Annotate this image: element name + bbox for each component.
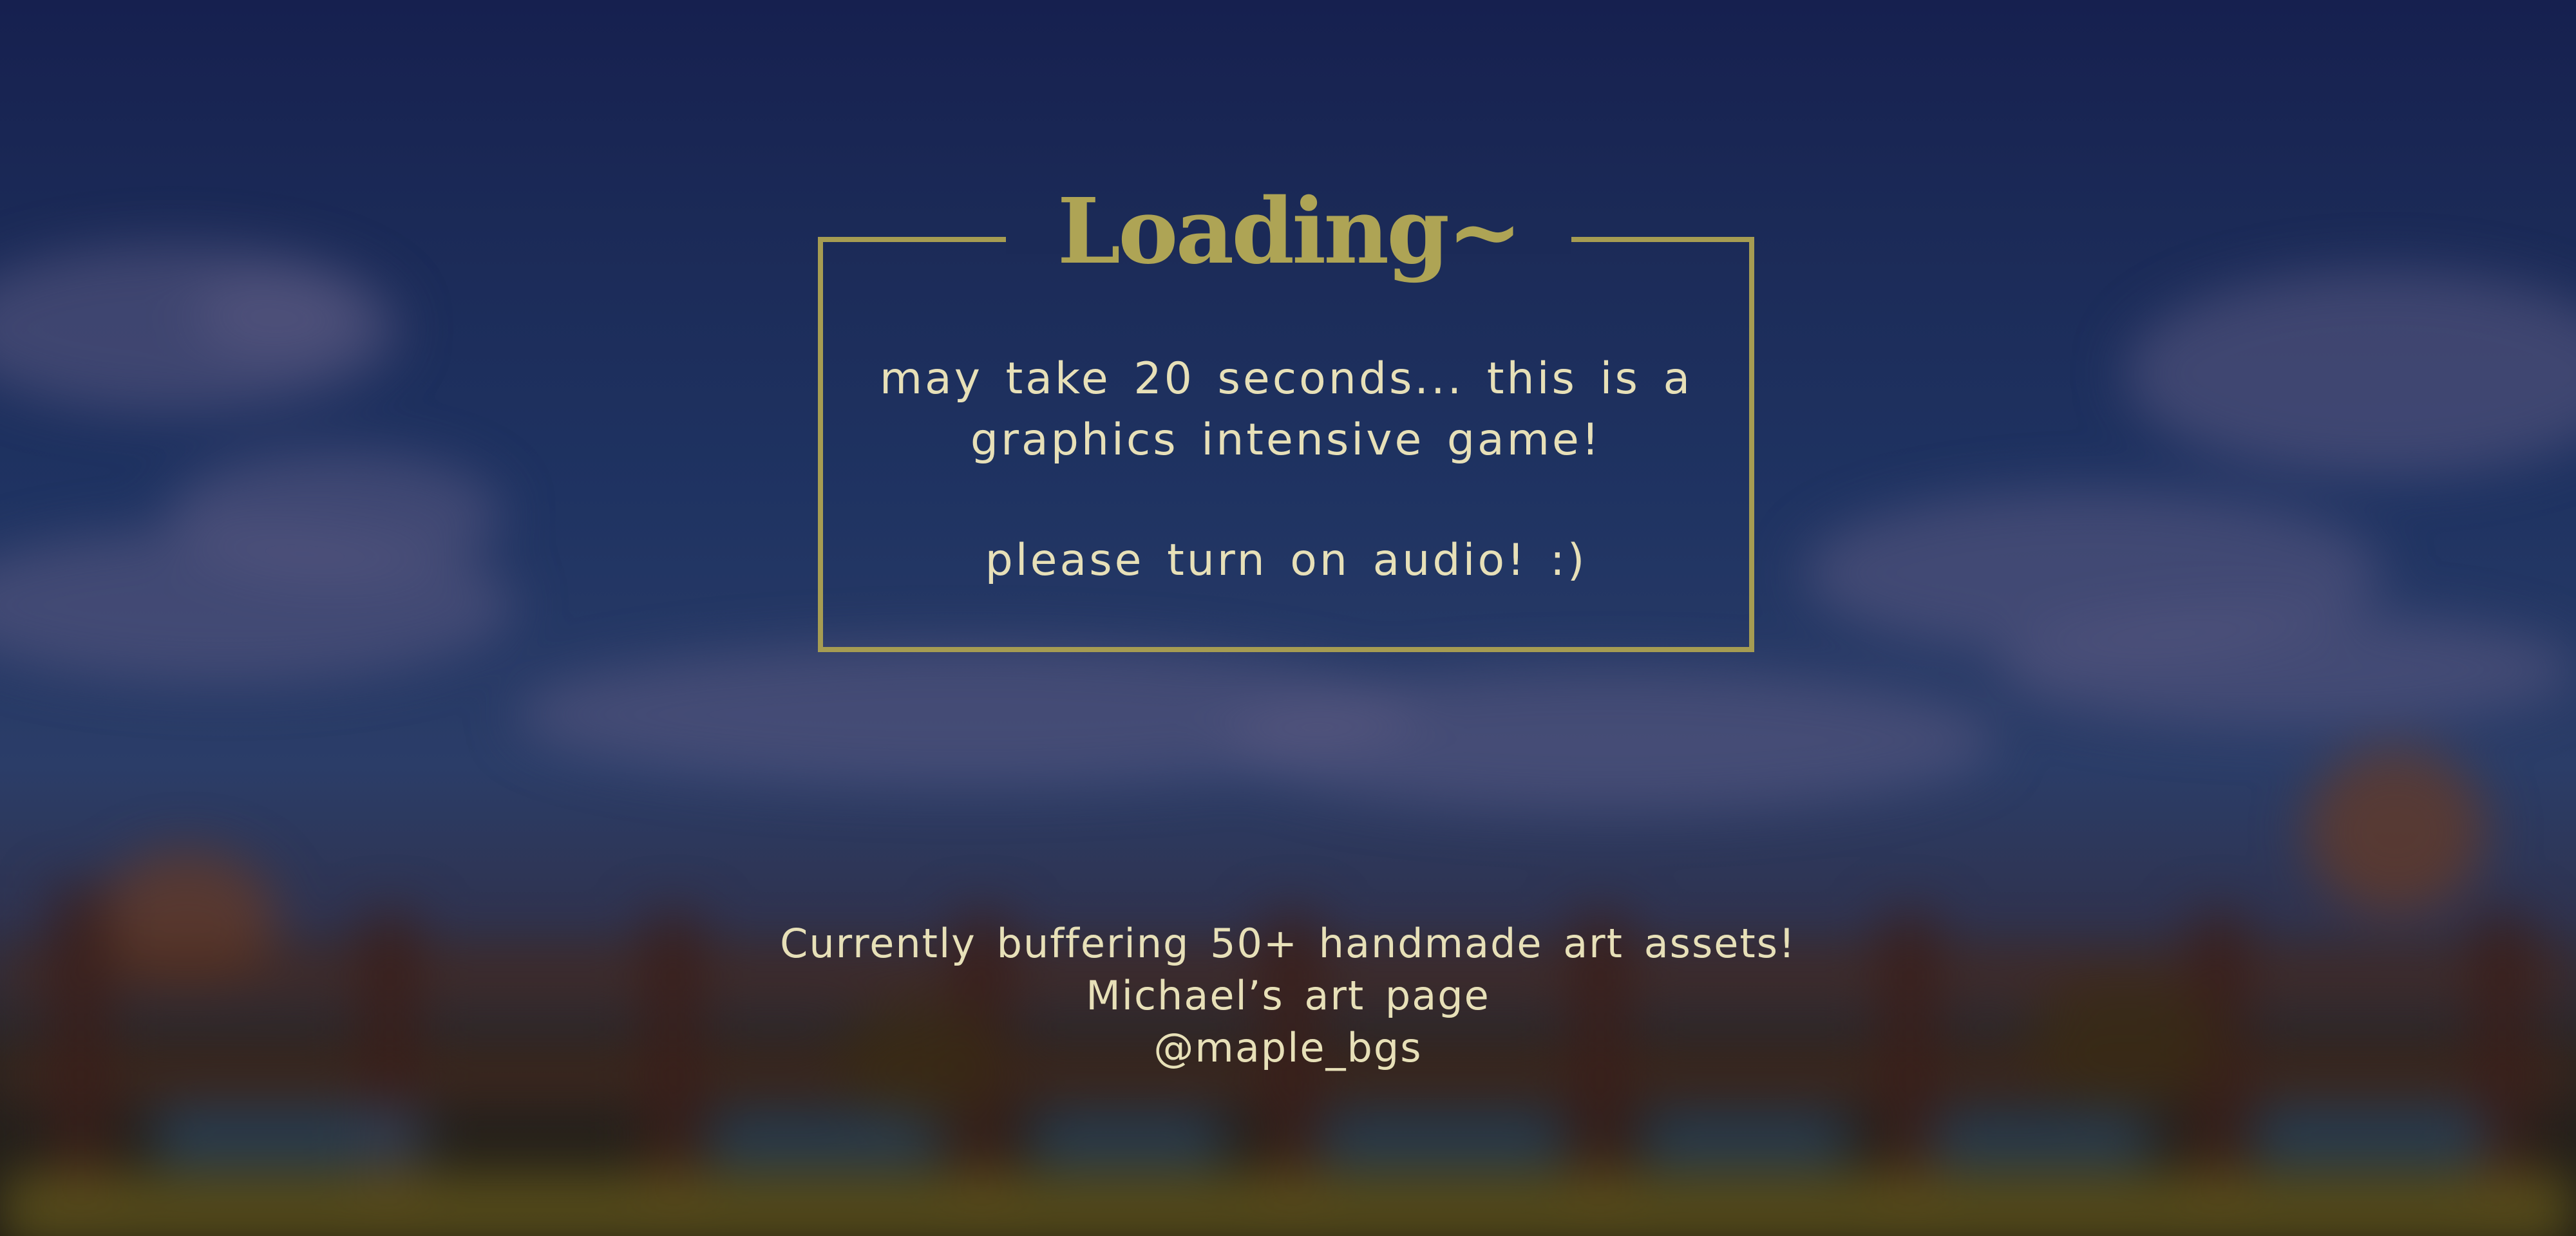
audio-notice: please turn on audio! :)	[985, 535, 1587, 586]
loading-message-line-1: may take 20 seconds... this is a	[879, 353, 1693, 404]
buffering-status: Currently buffering 50+ handmade art ass…	[780, 920, 1796, 967]
loading-title: Loading~	[1057, 179, 1523, 285]
loading-message-line-2: graphics intensive game!	[970, 415, 1602, 465]
art-page-link[interactable]: Michael’s art page	[644, 969, 1932, 1022]
maple-bgs-handle-link[interactable]: @maple_bgs	[644, 1022, 1932, 1074]
